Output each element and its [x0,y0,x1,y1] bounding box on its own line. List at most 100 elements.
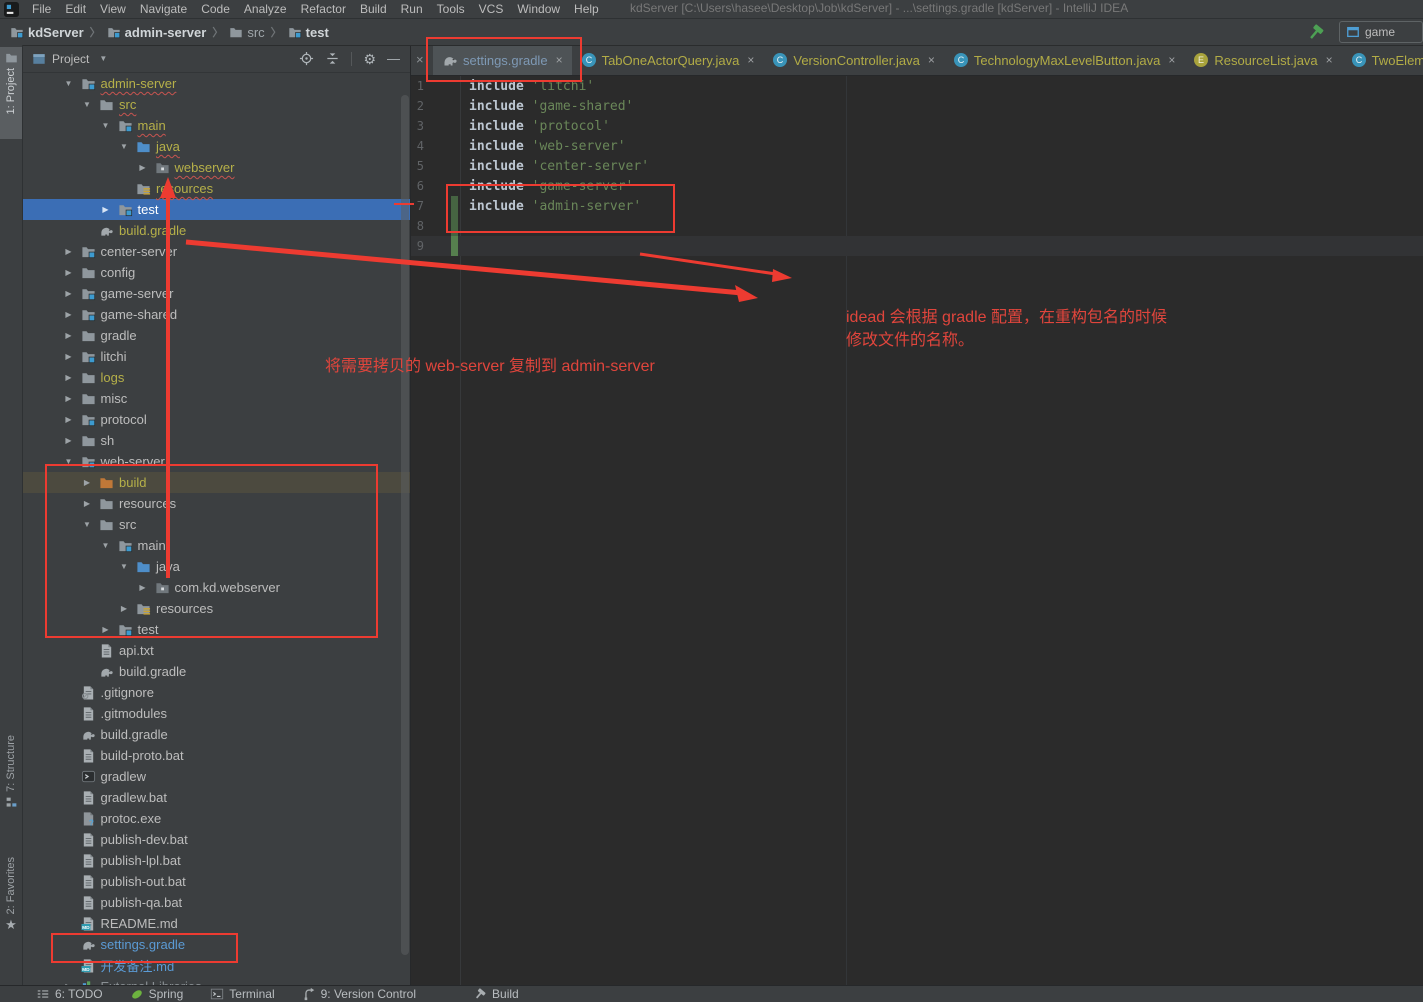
tree-item-resources[interactable]: ▶resources [22,598,410,619]
tree-item-开发备注-md[interactable]: MD开发备注.md [22,955,410,976]
tree-item-build-proto-bat[interactable]: build-proto.bat [22,745,410,766]
code-line-3[interactable]: 3include 'protocol' [411,116,1423,136]
tree-item-gradlew[interactable]: gradlew [22,766,410,787]
tree-item-litchi[interactable]: ▶litchi [22,346,410,367]
tab-close-icon[interactable]: × [1326,53,1333,67]
tree-item-resources[interactable]: ▶resources [22,493,410,514]
tree-item-webserver[interactable]: ▶webserver [22,157,410,178]
tree-item-build-gradle[interactable]: build.gradle [22,661,410,682]
chevron-collapsed-icon[interactable]: ▶ [59,394,79,403]
breadcrumb-admin-server[interactable]: admin-server [105,25,209,40]
collapse-all-icon[interactable] [325,51,340,66]
tree-item-java[interactable]: ▼java [22,136,410,157]
tree-item-publish-dev-bat[interactable]: publish-dev.bat [22,829,410,850]
menu-analyze[interactable]: Analyze [237,2,294,16]
chevron-collapsed-icon[interactable]: ▶ [59,352,79,361]
stripe-button-structure[interactable]: 7: Structure [0,735,22,831]
chevron-collapsed-icon[interactable]: ▶ [77,478,97,487]
menu-file[interactable]: File [25,2,58,16]
tree-item-publish-qa-bat[interactable]: publish-qa.bat [22,892,410,913]
run-configuration-select[interactable]: game [1339,21,1423,43]
tree-item-main[interactable]: ▼main [22,535,410,556]
tab-versioncontroller-java[interactable]: CVersionController.java× [763,45,943,75]
chevron-collapsed-icon[interactable]: ▶ [59,373,79,382]
code-line-9[interactable]: 9 [411,236,1423,256]
project-scrollbar-thumb[interactable] [401,95,409,955]
tree-item-game-shared[interactable]: ▶game-shared [22,304,410,325]
tab-twoelement-java[interactable]: CTwoElement.java× [1342,45,1423,75]
code-line-5[interactable]: 5include 'center-server' [411,156,1423,176]
locate-file-icon[interactable] [299,51,314,66]
chevron-collapsed-icon[interactable]: ▶ [133,583,153,592]
tree-item-readme-md[interactable]: MDREADME.md [22,913,410,934]
chevron-expanded-icon[interactable]: ▼ [59,457,79,466]
gear-icon[interactable]: ⚙ [363,52,376,66]
tree-item-settings-gradle[interactable]: settings.gradle [22,934,410,955]
stripe-button-project[interactable]: 1: Project [0,47,22,139]
tree-item-test[interactable]: ▶test [22,199,410,220]
tree-item-gradlew-bat[interactable]: gradlew.bat [22,787,410,808]
statusbar-spring[interactable]: Spring [130,987,184,1001]
tree-item-java[interactable]: ▼java [22,556,410,577]
tree-item-api-txt[interactable]: api.txt [22,640,410,661]
statusbar-build[interactable]: Build [473,987,519,1001]
code-line-2[interactable]: 2include 'game-shared' [411,96,1423,116]
menu-tools[interactable]: Tools [430,2,472,16]
chevron-collapsed-icon[interactable]: ▶ [96,205,116,214]
menu-vcs[interactable]: VCS [472,2,511,16]
tab-resourcelist-java[interactable]: EResourceList.java× [1184,45,1341,75]
tab-close-icon[interactable]: × [556,53,563,67]
tree-item-build[interactable]: ▶build [22,472,410,493]
tree-item-config[interactable]: ▶config [22,262,410,283]
tab-settings-gradle[interactable]: settings.gradle× [433,45,572,75]
tree-item-game-server[interactable]: ▶game-server [22,283,410,304]
tree-item-build-gradle[interactable]: build.gradle [22,724,410,745]
tree-item-web-server[interactable]: ▼web-server [22,451,410,472]
code-line-6[interactable]: 6include 'game-server' [411,176,1423,196]
tree-item-publish-out-bat[interactable]: publish-out.bat [22,871,410,892]
chevron-collapsed-icon[interactable]: ▶ [114,604,134,613]
chevron-collapsed-icon[interactable]: ▶ [59,310,79,319]
chevron-expanded-icon[interactable]: ▼ [96,121,116,130]
code-line-7[interactable]: 7include 'admin-server' [411,196,1423,216]
tab-close-icon[interactable]: × [747,53,754,67]
menu-refactor[interactable]: Refactor [294,2,353,16]
chevron-collapsed-icon[interactable]: ▶ [77,499,97,508]
code-editor[interactable]: 1include 'litchi'2include 'game-shared'3… [411,76,1423,985]
tree-item-misc[interactable]: ▶misc [22,388,410,409]
tree-item-gitignore[interactable]: .gitignore [22,682,410,703]
tab-close-icon[interactable]: × [928,53,935,67]
tree-item-resources[interactable]: resources [22,178,410,199]
statusbar-terminal[interactable]: Terminal [210,987,274,1001]
tree-item-publish-lpl-bat[interactable]: publish-lpl.bat [22,850,410,871]
stripe-button-favorites[interactable]: 2: Favorites ★ [0,857,22,979]
chevron-collapsed-icon[interactable]: ▶ [96,625,116,634]
tree-item-protocol[interactable]: ▶protocol [22,409,410,430]
chevron-collapsed-icon[interactable]: ▶ [59,331,79,340]
chevron-collapsed-icon[interactable]: ▶ [59,436,79,445]
tree-item-admin-server[interactable]: ▼admin-server [22,73,410,94]
chevron-expanded-icon[interactable]: ▼ [96,541,116,550]
chevron-expanded-icon[interactable]: ▼ [59,79,79,88]
menu-help[interactable]: Help [567,2,606,16]
menu-build[interactable]: Build [353,2,394,16]
tree-item-gradle[interactable]: ▶gradle [22,325,410,346]
breadcrumb-src[interactable]: src [227,25,266,40]
tab-technologymaxlevelbutton-java[interactable]: CTechnologyMaxLevelButton.java× [944,45,1184,75]
menu-navigate[interactable]: Navigate [133,2,194,16]
menu-run[interactable]: Run [394,2,430,16]
menu-window[interactable]: Window [510,2,567,16]
tree-item-src[interactable]: ▼src [22,94,410,115]
tree-item-center-server[interactable]: ▶center-server [22,241,410,262]
tree-item-main[interactable]: ▼main [22,115,410,136]
tree-item-com-kd-webserver[interactable]: ▶com.kd.webserver [22,577,410,598]
breadcrumb-test[interactable]: test [286,25,331,40]
chevron-expanded-icon[interactable]: ▼ [114,562,134,571]
chevron-collapsed-icon[interactable]: ▶ [59,415,79,424]
chevron-collapsed-icon[interactable]: ▶ [59,268,79,277]
statusbar-6-todo[interactable]: 6: TODO [36,987,103,1001]
tab-close-icon[interactable]: × [1168,53,1175,67]
tree-item-src[interactable]: ▼src [22,514,410,535]
tab-strip-close-icon[interactable]: × [416,52,424,67]
tab-taboneactorquery-java[interactable]: CTabOneActorQuery.java× [572,45,764,75]
